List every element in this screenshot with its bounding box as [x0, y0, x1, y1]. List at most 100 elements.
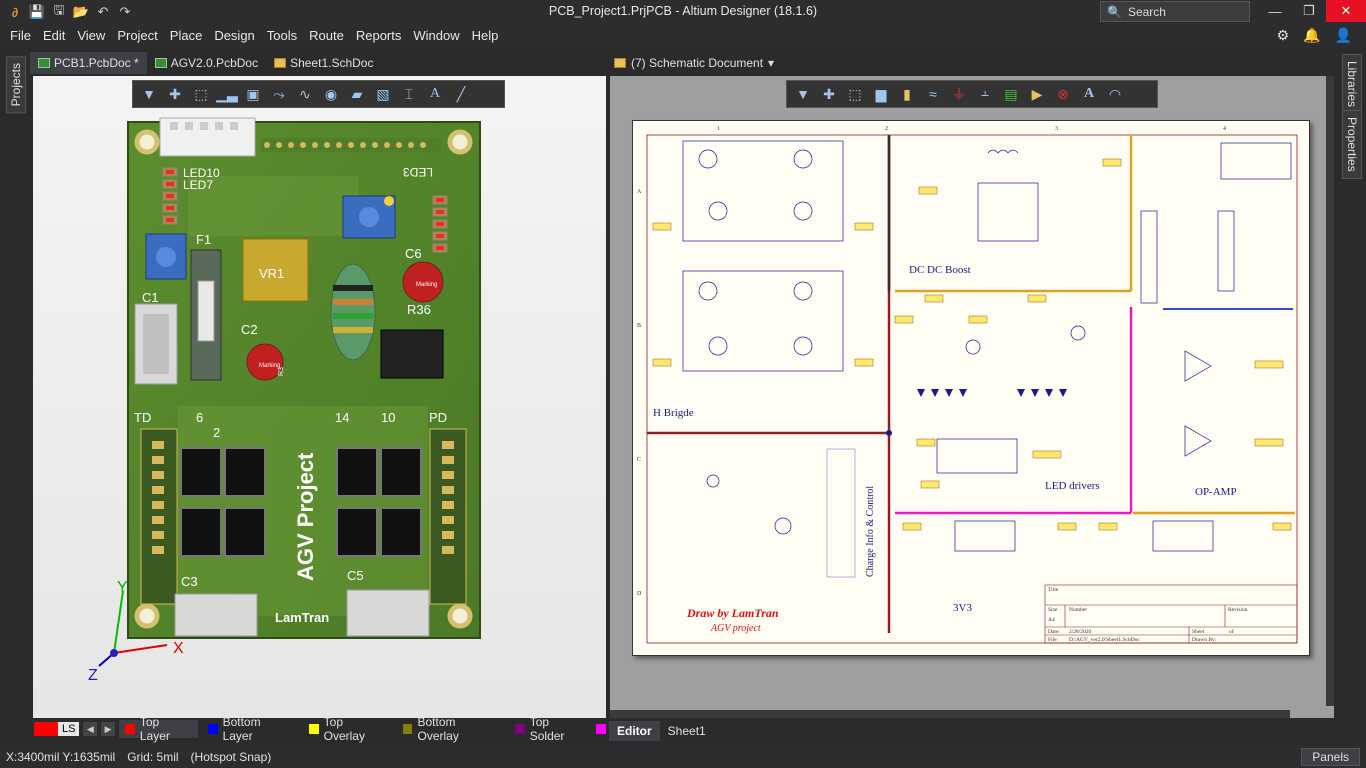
tab-sheet1[interactable]: Sheet1.SchDoc [266, 52, 381, 74]
save-icon[interactable]: 💾 [28, 3, 46, 21]
close-button[interactable]: ✕ [1326, 0, 1366, 22]
layer-tab-top-overlay[interactable]: Top Overlay [303, 715, 393, 743]
menu-file[interactable]: File [4, 24, 37, 48]
border-col-3: 3 [1055, 126, 1058, 132]
libraries-panel-tab[interactable]: Libraries [1342, 54, 1362, 115]
layer-tab-top-solder[interactable]: Top Solder [509, 715, 592, 743]
credit-line1: Draw by LamTran [686, 606, 779, 620]
notification-bell-icon[interactable]: 🔔 [1303, 27, 1320, 44]
layer-tab-top-layer[interactable]: Top Layer [119, 715, 198, 743]
schematic-tab-label: (7) Schematic Document [631, 56, 764, 70]
window-controls: — ❐ ✕ [1258, 0, 1366, 22]
layer-next-arrow[interactable]: ▶ [101, 722, 116, 736]
pcb-3d-board: LED10 LED7 LED3 F1 VR1 C6 C1 C2 R36 TD 6… [88, 117, 481, 684]
place-part-icon[interactable]: ▮ [895, 82, 919, 106]
user-account-icon[interactable]: 👤 [1335, 27, 1352, 44]
menu-place[interactable]: Place [164, 24, 209, 48]
save-all-icon[interactable]: 🖫 [50, 2, 68, 21]
status-grid: Grid: 5mil [127, 750, 179, 764]
port-icon[interactable]: ▶ [1025, 82, 1049, 106]
text-icon[interactable]: A [1077, 82, 1101, 106]
minimize-button[interactable]: — [1258, 0, 1292, 22]
menu-tools[interactable]: Tools [261, 24, 303, 48]
select-rect-icon[interactable]: ⬚ [843, 82, 867, 106]
vertical-scrollbar[interactable] [1326, 76, 1334, 706]
border-col-2: 2 [885, 126, 888, 132]
wire-icon[interactable]: ≈ [921, 82, 945, 106]
title-block-sheet: Sheet [1192, 629, 1205, 635]
gear-icon[interactable]: ⚙ [1277, 27, 1290, 44]
tab-editor[interactable]: Editor [609, 721, 660, 741]
tab-agv2[interactable]: AGV2.0.PcbDoc [147, 52, 266, 74]
title-block-revision: Revision [1228, 607, 1248, 613]
pcb-doc-icon [154, 58, 167, 68]
no-erc-icon[interactable]: ⊗ [1051, 82, 1075, 106]
next-layer-swatch[interactable] [596, 724, 606, 734]
menu-view[interactable]: View [71, 24, 111, 48]
border-row-c: C [637, 457, 641, 463]
title-block-file: D:\AGV_ver2.0\Sheet1.SchDoc [1069, 637, 1140, 643]
projects-panel-tab[interactable]: Projects [6, 56, 26, 114]
silk-author: LamTran [275, 610, 329, 625]
layer-tab-bottom-layer[interactable]: Bottom Layer [202, 715, 299, 743]
current-layer-swatch [34, 722, 58, 736]
section-hbridge: H Brigde [653, 407, 694, 419]
undo-icon[interactable]: ↶ [94, 3, 112, 21]
title-block-of: of [1229, 628, 1234, 635]
tab-sheet1-bottom[interactable]: Sheet1 [660, 721, 714, 741]
pcb-editor-canvas[interactable]: ▼ ✚ ⬚ ▁▃ ▣ ⤳ ∿ ◉ ▰ ▧ ⌶ A ╱ LED10 LED7 LE… [33, 76, 606, 718]
redo-icon[interactable]: ↷ [116, 3, 134, 21]
schematic-active-bar: ▼ ✚ ⬚ ▆ ▮ ≈ ⏚ ⨩ ▤ ▶ ⊗ A ◠ [786, 80, 1158, 108]
credit-line2: AGV project [710, 623, 761, 634]
section-dcdc: DC DC Boost [909, 264, 971, 276]
filter-icon[interactable]: ▼ [791, 82, 815, 106]
silk-f1: F1 [196, 232, 211, 247]
search-input[interactable]: 🔍 Search [1100, 1, 1250, 22]
title-block-number: Number [1069, 607, 1087, 613]
menu-window[interactable]: Window [407, 24, 465, 48]
menu-design[interactable]: Design [208, 24, 260, 48]
schematic-document-dropdown[interactable]: (7) Schematic Document ▾ [610, 52, 774, 74]
layer-label: Bottom Overlay [417, 715, 459, 743]
border-col-1: 1 [717, 126, 720, 132]
align-icon[interactable]: ▆ [869, 82, 893, 106]
layer-set-label: LS [58, 722, 80, 736]
menu-help[interactable]: Help [466, 24, 505, 48]
power-port-icon[interactable]: ⏚ [947, 82, 971, 106]
axis-y-label: Y [117, 579, 128, 596]
menu-bar: File Edit View Project Place Design Tool… [0, 24, 1366, 48]
tab-pcb1[interactable]: PCB1.PcbDoc * [30, 52, 147, 74]
open-folder-icon[interactable]: 📂 [72, 3, 90, 21]
layer-color-swatch [207, 724, 218, 734]
quick-access-toolbar: ∂ 💾 🖫 📂 ↶ ↷ [0, 2, 134, 21]
add-icon[interactable]: ✚ [817, 82, 841, 106]
bus-icon[interactable]: ⨩ [973, 82, 997, 106]
layer-tab-bottom-overlay[interactable]: Bottom Overlay [397, 715, 505, 743]
section-3v3: 3V3 [953, 602, 972, 614]
layer-label: Bottom Layer [222, 715, 261, 743]
pcb-doc-icon [38, 58, 50, 68]
layer-set-button[interactable]: LS [34, 721, 80, 737]
properties-panel-tab[interactable]: Properties [1342, 110, 1362, 179]
panels-button[interactable]: Panels [1301, 748, 1360, 766]
layer-color-swatch [125, 724, 135, 734]
horizontal-scrollbar[interactable] [610, 710, 1290, 718]
restore-button[interactable]: ❐ [1292, 0, 1326, 22]
tab-label: PCB1.PcbDoc * [54, 56, 139, 70]
menu-right-icons: ⚙ 🔔 👤 [1277, 27, 1352, 44]
menu-reports[interactable]: Reports [350, 24, 408, 48]
silk-vr1: VR1 [259, 266, 284, 281]
title-block-a4: A4 [1048, 617, 1055, 623]
menu-edit[interactable]: Edit [37, 24, 71, 48]
menu-route[interactable]: Route [303, 24, 350, 48]
layer-color-swatch [308, 724, 319, 734]
layer-color-swatch [402, 724, 413, 734]
menu-project[interactable]: Project [111, 24, 163, 48]
schematic-editor-canvas[interactable]: ▼ ✚ ⬚ ▆ ▮ ≈ ⏚ ⨩ ▤ ▶ ⊗ A ◠ 1 2 3 4 A B C … [610, 76, 1334, 718]
layer-prev-arrow[interactable]: ◀ [83, 722, 98, 736]
arc-icon[interactable]: ◠ [1103, 82, 1127, 106]
altium-logo-icon: ∂ [11, 4, 19, 20]
sheet-symbol-icon[interactable]: ▤ [999, 82, 1023, 106]
silk-led3: LED3 [403, 165, 433, 179]
schematic-bottom-tabs: Editor Sheet1 [609, 721, 714, 741]
